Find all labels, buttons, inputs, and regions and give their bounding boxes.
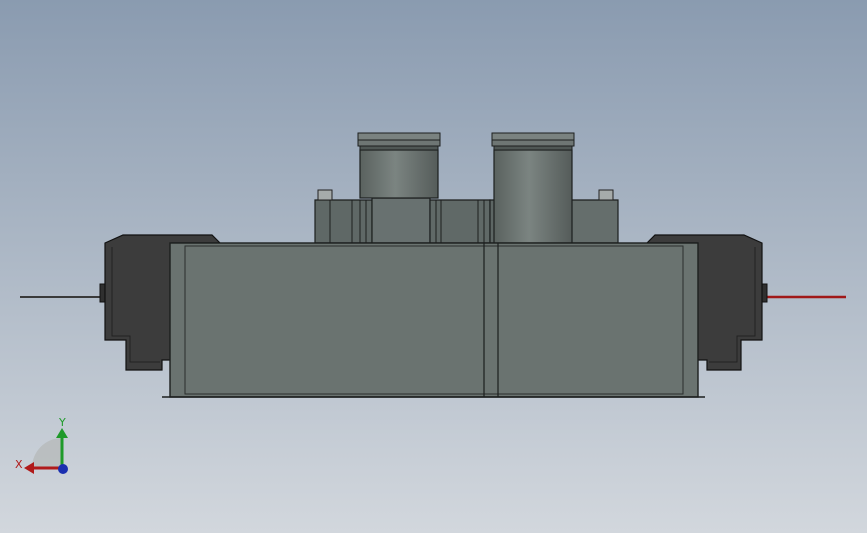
right-port-fitting[interactable] <box>493 149 573 244</box>
valve-body[interactable] <box>169 242 699 398</box>
x-axis-label: X <box>15 458 23 471</box>
cad-model-view[interactable] <box>0 0 867 533</box>
z-axis-dot <box>58 464 68 474</box>
y-axis-arrowhead <box>56 428 68 438</box>
port-block-left[interactable] <box>314 199 373 244</box>
graphics-viewport[interactable]: Y X <box>0 0 867 533</box>
left-fitting-ring-low <box>359 145 439 151</box>
right-fitting-ring-top <box>491 132 575 141</box>
right-screw-head[interactable] <box>598 189 614 201</box>
port-block-center-right[interactable] <box>429 199 491 244</box>
right-fitting-ring-low <box>493 145 573 151</box>
triad-plane <box>32 438 62 468</box>
left-fitting-ring-mid <box>357 139 441 147</box>
port-block-far-right[interactable] <box>564 199 619 244</box>
y-axis-label: Y <box>58 416 66 429</box>
port-block-center[interactable] <box>371 197 431 244</box>
left-screw-head[interactable] <box>317 189 333 201</box>
right-fitting-ring-mid <box>491 139 575 147</box>
left-fitting-ring-top <box>357 132 441 141</box>
left-port-fitting[interactable] <box>359 149 439 199</box>
x-axis-arrowhead <box>24 462 34 474</box>
orientation-triad[interactable]: Y X <box>10 410 80 480</box>
